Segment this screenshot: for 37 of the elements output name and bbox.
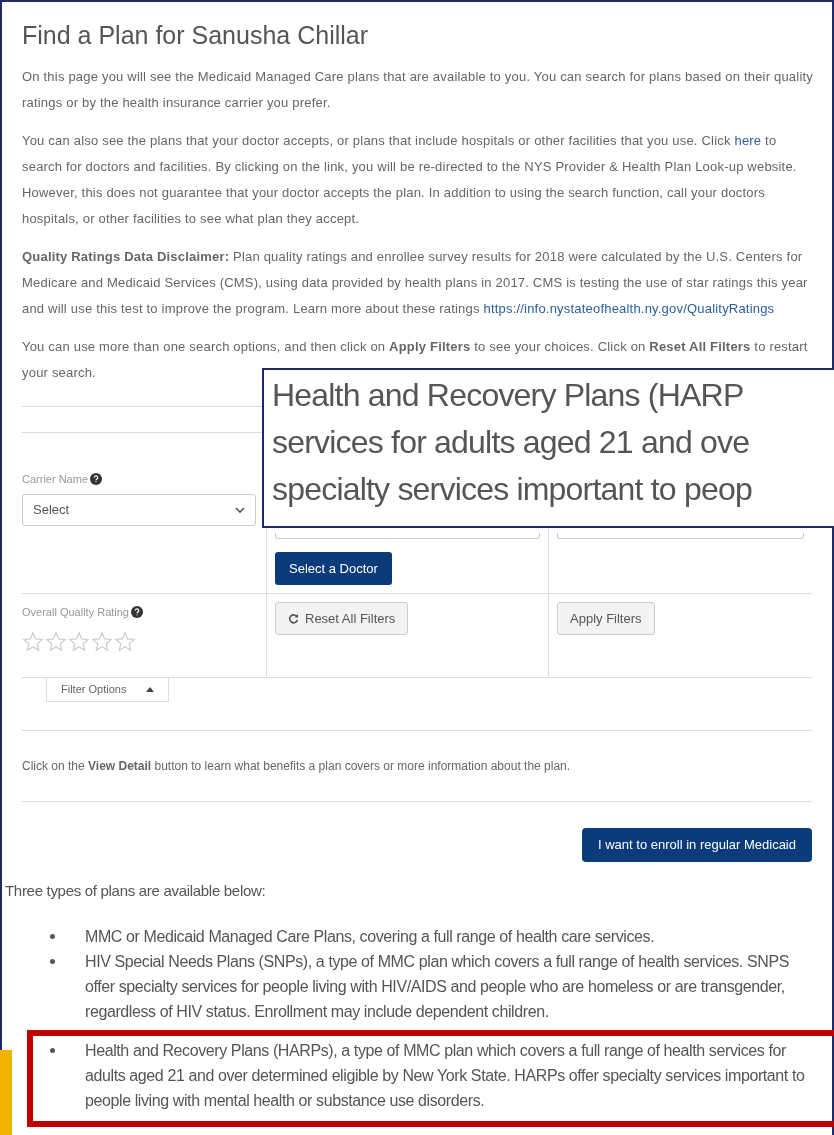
caret-up-icon: [146, 686, 155, 692]
page-title: Find a Plan for Sanusha Chillar: [22, 20, 370, 51]
apply-filters-button[interactable]: Apply Filters: [557, 602, 655, 635]
bullet-icon: [50, 1048, 55, 1053]
star-icon[interactable]: [68, 630, 90, 653]
bullet-icon: [50, 934, 55, 939]
paragraph: On this page you will see the Medicaid Managed Care plans that are available to you. You can search for plans based on their quality ratings or by the health insurance carrier you prefer.: [22, 68, 814, 112]
field-label: Carrier Name: [22, 472, 88, 487]
paragraph: You can also see the plans that your doctor accepts, or plans that include hospitals or other facilities that you use. Click here to search for doctors and facilities. By clicking on the link, you will be re-directed to the NYS Provider & Health Plan Look-up website. However, this does not guarantee that your doctor accepts the plan. In addition to using the search function, call your doctors hospitals, or other facilities to see what plan they accept.: [22, 132, 798, 228]
list-item-text: Health and Recovery Plans (HARPs), a type of MMC plan which covers a full range of health services for adults aged 21 and over determined eligible by New York State. HARPs offer specialty services important to people living with mental health or substance use disorders.: [85, 1041, 805, 1111]
date-field[interactable]: [557, 533, 804, 539]
plans-intro: Three types of plans are available below:: [5, 880, 267, 901]
link[interactable]: https://info.nystateofhealth.ny.gov/QualityRatings: [483, 301, 775, 316]
link[interactable]: here: [734, 133, 762, 148]
bullet-icon: [50, 959, 55, 964]
list-item-text: MMC or Medicaid Managed Care Plans, covering a full range of health care services.: [85, 927, 656, 947]
star-rating[interactable]: [22, 630, 136, 653]
callout-text: specialty services important to peop: [272, 470, 752, 509]
callout-text: services for adults aged 21 and ove: [272, 423, 750, 462]
doctor-field[interactable]: [275, 533, 540, 539]
enroll-button[interactable]: I want to enroll in regular Medicaid: [582, 827, 812, 862]
carrier-select[interactable]: Select: [22, 493, 256, 526]
star-icon[interactable]: [91, 630, 113, 653]
help-icon: [131, 606, 143, 619]
list-item-text: HIV Special Needs Plans (SNPs), a type of MMC plan which covers a full range of health services. SNPS offer specialty services for people living with HIV/AIDS and people who are homeless or are transgender, regardless of HIV status. Enrollment may include dependent children.: [85, 952, 790, 1022]
star-icon[interactable]: [45, 630, 67, 653]
star-icon[interactable]: [22, 630, 44, 653]
help-icon: [90, 473, 102, 486]
paragraph: Quality Ratings Data Disclaimer: Plan quality ratings and enrollee survey results for 2018 were calculated by the U.S. Centers for Medicare and Medicaid Services (CMS), using data provided by health plans in 2017. CMS is testing the use of star ratings this year and will use this test to improve the program. Learn more about these ratings https://info.nystateofhealth.ny.gov/QualityRatings: [22, 248, 809, 318]
field-label: Overall Quality Rating: [22, 605, 129, 620]
star-icon[interactable]: [114, 630, 136, 653]
select-doctor-button[interactable]: Select a Doctor: [275, 552, 392, 585]
refresh-icon: [288, 613, 299, 624]
filter-options-tab[interactable]: Filter Options: [46, 677, 170, 702]
info-text: Click on the View Detail button to learn what benefits a plan covers or more information about the plan.: [22, 757, 572, 775]
caret-icon: [235, 505, 245, 514]
reset-filters-button[interactable]: Reset All Filters: [275, 602, 409, 635]
